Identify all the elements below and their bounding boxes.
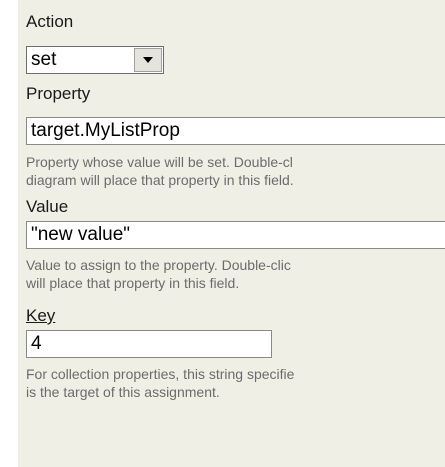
action-select[interactable]: set (26, 46, 164, 74)
action-label: Action (26, 12, 74, 31)
action-select-value: set (31, 49, 57, 70)
property-label: Property (26, 84, 91, 103)
action-dropdown-button[interactable] (134, 48, 162, 72)
property-help-line-2: diagram will place that property in this… (26, 172, 294, 188)
key-help-line-2: is the target of this assignment. (26, 384, 220, 400)
assignment-properties-panel: Action set Property target.MyListProp Pr… (18, 0, 445, 467)
key-help-line-1: For collection properties, this string s… (26, 366, 295, 382)
key-label: Key (26, 306, 56, 325)
value-label: Value (26, 197, 69, 216)
key-input[interactable]: 4 (26, 330, 272, 358)
property-input[interactable]: target.MyListProp (26, 117, 445, 145)
value-help-line-1: Value to assign to the property. Double-… (26, 257, 291, 273)
property-help-line-1: Property whose value will be set. Double… (26, 154, 293, 170)
chevron-down-icon (143, 57, 153, 63)
value-help-line-2: will place that property in this field. (26, 275, 240, 291)
value-input[interactable]: "new value" (26, 221, 445, 249)
